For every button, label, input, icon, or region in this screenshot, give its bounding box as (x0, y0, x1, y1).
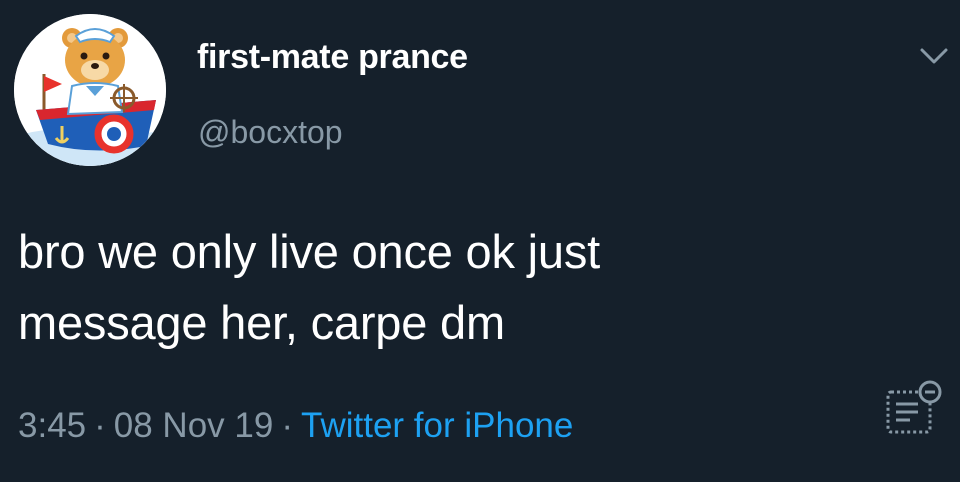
avatar[interactable] (14, 14, 166, 166)
meta-separator: · (94, 406, 106, 445)
tweet-text: bro we only live once ok just message he… (18, 216, 918, 358)
tweet-card: first-mate prance @bocxtop bro we only l… (0, 0, 960, 482)
tweet-text-line: message her, carpe dm (18, 296, 505, 349)
chevron-down-icon[interactable] (918, 44, 950, 68)
tweet-metadata: 3:45 · 08 Nov 19 · Twitter for iPhone (18, 406, 573, 446)
meta-separator: · (281, 406, 293, 445)
analytics-icon-graphic (886, 380, 942, 434)
chevron-down-icon-graphic (920, 48, 948, 64)
tweet-date[interactable]: 08 Nov 19 (114, 406, 274, 445)
tweet-text-line: bro we only live once ok just (18, 225, 600, 278)
tweet-time[interactable]: 3:45 (18, 406, 86, 445)
author-handle[interactable]: @bocxtop (198, 114, 343, 151)
teddy-bear-avatar-icon (14, 14, 166, 166)
author-display-name[interactable]: first-mate prance (197, 38, 468, 77)
analytics-icon[interactable] (884, 378, 944, 438)
tweet-source-link[interactable]: Twitter for iPhone (301, 406, 573, 445)
